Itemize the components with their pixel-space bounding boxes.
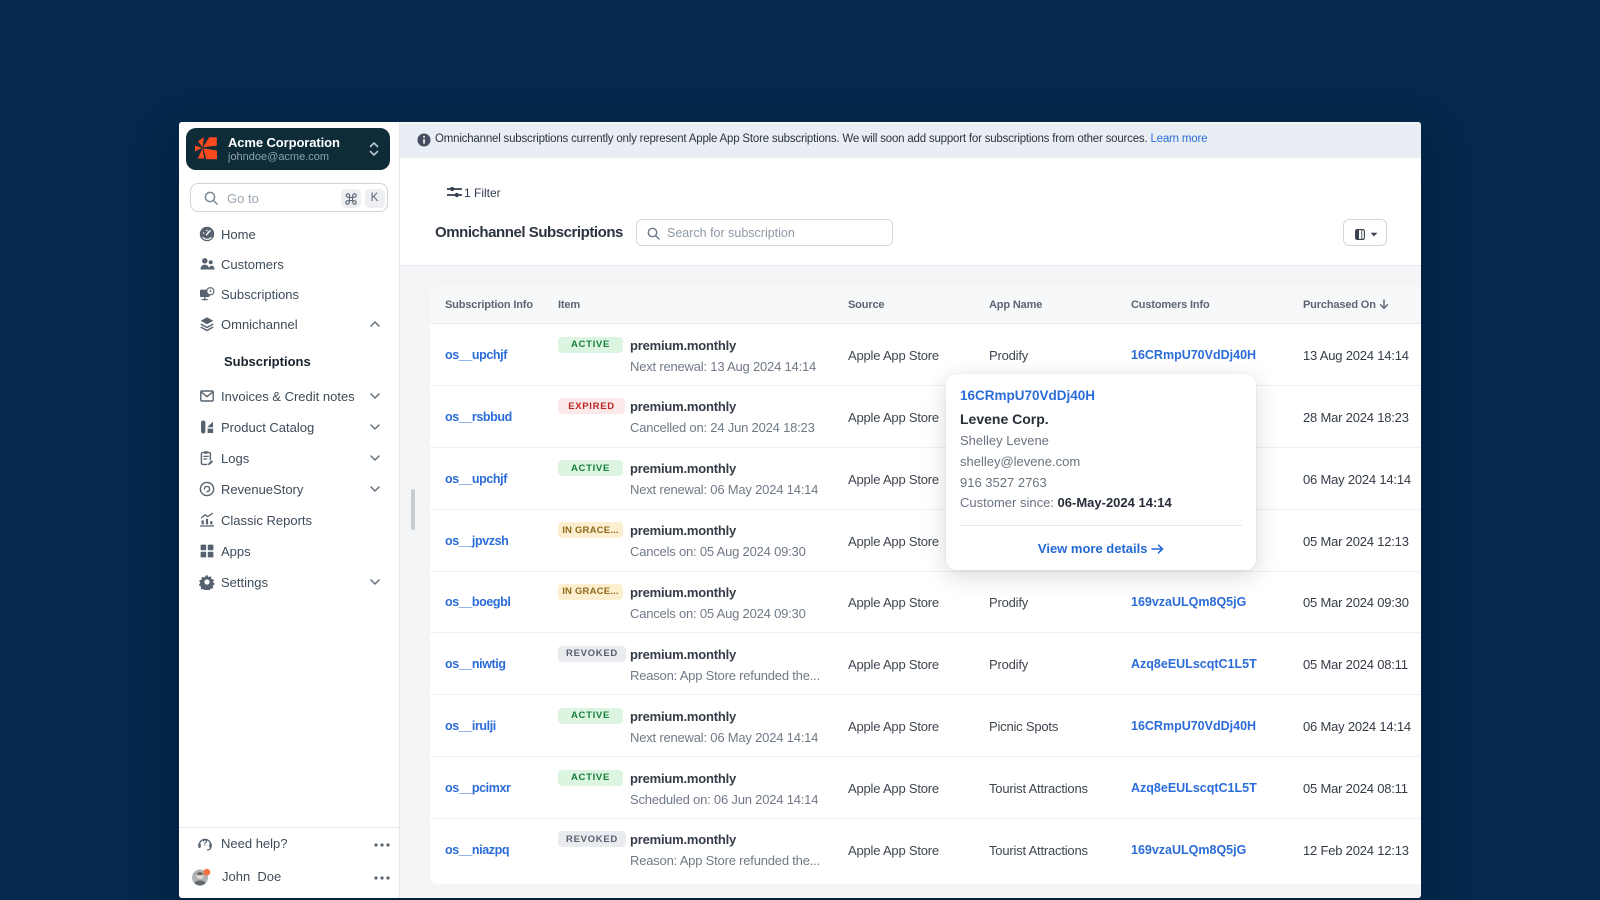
- svg-text:?: ?: [202, 838, 207, 848]
